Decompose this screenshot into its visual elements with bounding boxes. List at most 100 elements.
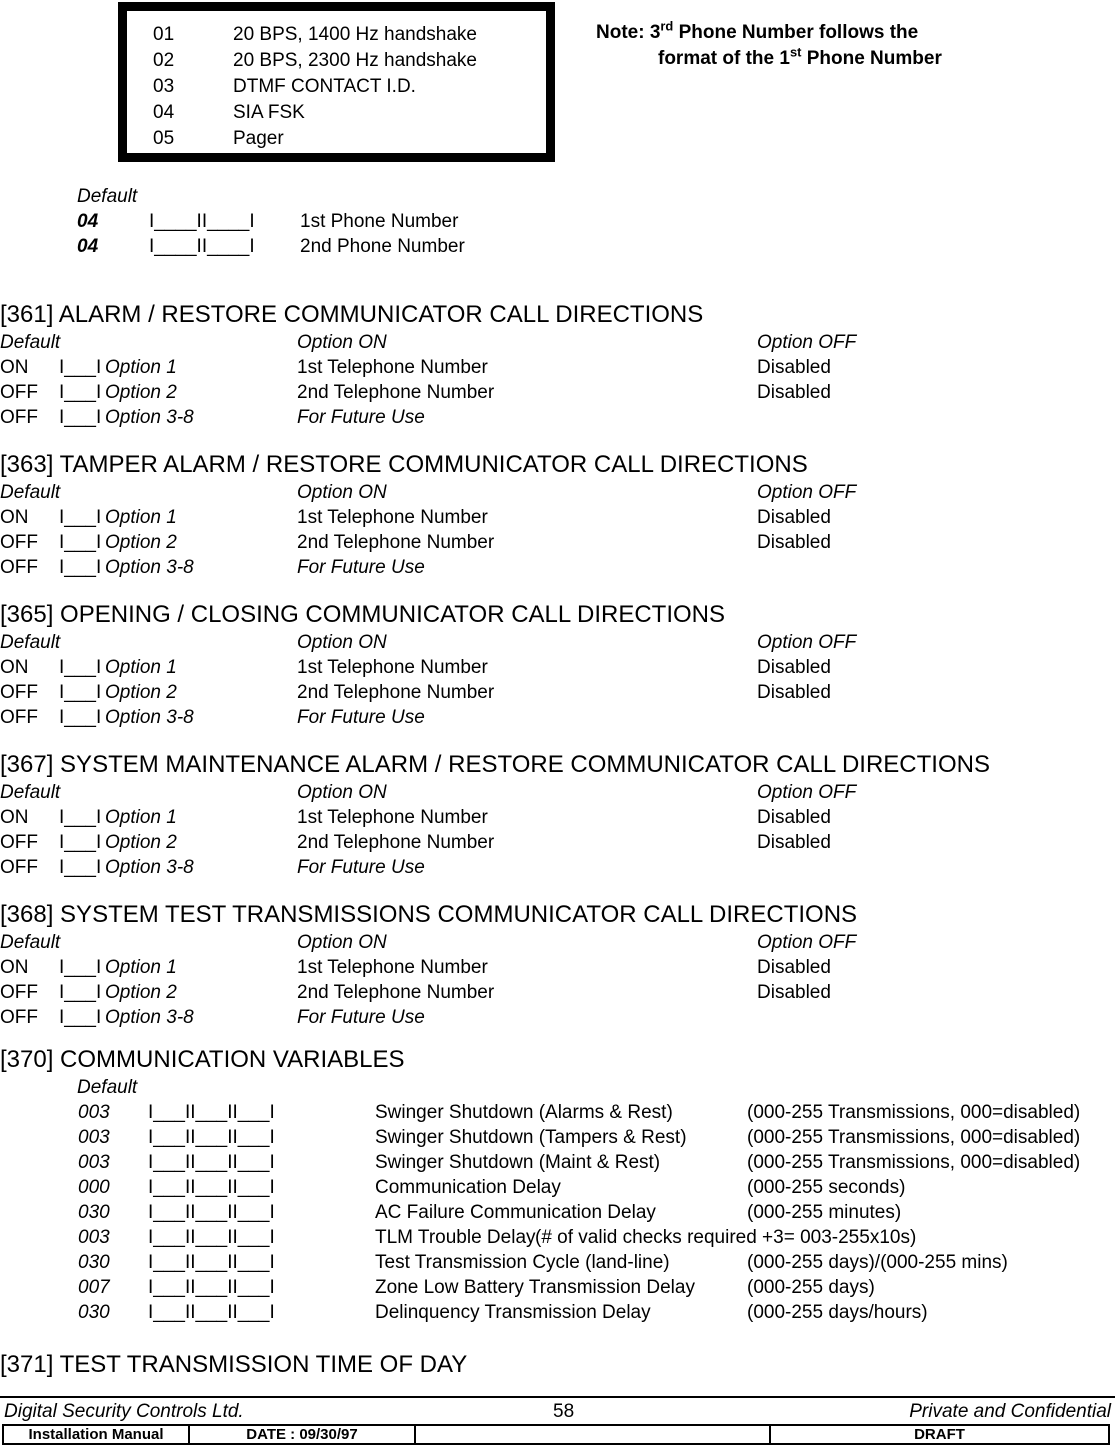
- option-name: Option 1: [105, 807, 177, 828]
- comm-var-default-value: 030: [78, 1252, 110, 1273]
- code-box-row: 02 20 BPS, 2300 Hz handshake: [153, 51, 477, 70]
- option-row: OFF I___I Option 2 2nd Telephone Number Disa…: [0, 830, 1115, 855]
- option-entry-blank[interactable]: I___I: [59, 405, 101, 430]
- header-option-on: Option ON: [297, 332, 387, 353]
- option-section-title: [361] ALARM / RESTORE COMMUNICATOR CALL …: [0, 301, 704, 328]
- phone-number-format-note: Note: 3rd Phone Number follows the forma…: [596, 20, 996, 72]
- phone-entry-blank[interactable]: I____II____I: [149, 209, 255, 234]
- option-entry-blank[interactable]: I___I: [59, 505, 101, 530]
- option-row: OFF I___I Option 3-8 For Future Use: [0, 555, 1115, 580]
- header-option-on: Option ON: [297, 782, 387, 803]
- option-default-value: OFF: [0, 532, 38, 553]
- option-off-description: Disabled: [757, 807, 831, 828]
- comm-var-entry-blank[interactable]: I___II___II___I: [148, 1100, 275, 1125]
- option-entry-blank[interactable]: I___I: [59, 380, 101, 405]
- option-entry-blank[interactable]: I___I: [59, 530, 101, 555]
- comm-var-range: (000-255 days/hours): [747, 1302, 928, 1323]
- option-row: OFF I___I Option 2 2nd Telephone Number Disa…: [0, 530, 1115, 555]
- phone-entry-blank[interactable]: I____II____I: [149, 234, 255, 259]
- comm-var-default-value: 003: [78, 1127, 110, 1148]
- option-entry-blank[interactable]: I___I: [59, 830, 101, 855]
- option-default-value: OFF: [0, 832, 38, 853]
- comm-var-default-value: 000: [78, 1177, 110, 1198]
- option-default-value: OFF: [0, 707, 38, 728]
- option-entry-blank[interactable]: I___I: [59, 355, 101, 380]
- option-name: Option 3-8: [105, 557, 194, 578]
- document-page: 01 20 BPS, 1400 Hz handshake 02 20 BPS, 230…: [0, 0, 1115, 1447]
- comm-var-range: (000-255 Transmissions, 000=disabled): [747, 1102, 1081, 1123]
- comm-var-default-value: 030: [78, 1302, 110, 1323]
- option-entry-blank[interactable]: I___I: [59, 955, 101, 980]
- option-entry-blank[interactable]: I___I: [59, 805, 101, 830]
- comm-var-description: Zone Low Battery Transmission Delay: [375, 1277, 695, 1298]
- option-default-value: ON: [0, 807, 29, 828]
- option-row: ON I___I Option 1 1st Telephone Number Disab…: [0, 505, 1115, 530]
- comm-var-range: (000-255 minutes): [747, 1202, 902, 1223]
- comm-var-range: (000-255 days): [747, 1277, 875, 1298]
- header-option-off: Option OFF: [757, 782, 857, 803]
- comm-var-entry-blank[interactable]: I___II___II___I: [148, 1150, 275, 1175]
- comm-var-row: 030 I___II___II___I AC Failure Communicati…: [0, 1200, 1115, 1225]
- comm-var-entry-blank[interactable]: I___II___II___I: [148, 1175, 275, 1200]
- phone-default-label: Default: [77, 186, 138, 207]
- option-row: OFF I___I Option 2 2nd Telephone Number Disa…: [0, 380, 1115, 405]
- option-on-description: For Future Use: [297, 557, 425, 578]
- option-entry-blank[interactable]: I___I: [59, 680, 101, 705]
- phone-number-default-block: Default 04 I____II____I 1st Phone Number 04…: [77, 185, 697, 259]
- footer-cell-empty: [416, 1426, 771, 1443]
- comm-var-description: Swinger Shutdown (Tampers & Rest): [375, 1127, 687, 1148]
- comm-var-row: 030 I___II___II___I Delinquency Transmissi…: [0, 1300, 1115, 1325]
- comm-var-row: 030 I___II___II___I Test Transmission Cycl…: [0, 1250, 1115, 1275]
- option-on-description: For Future Use: [297, 407, 425, 428]
- option-off-description: Disabled: [757, 657, 831, 678]
- option-entry-blank[interactable]: I___I: [59, 655, 101, 680]
- option-name: Option 3-8: [105, 857, 194, 878]
- option-on-description: 2nd Telephone Number: [297, 532, 495, 553]
- option-on-description: 2nd Telephone Number: [297, 382, 495, 403]
- option-name: Option 3-8: [105, 707, 194, 728]
- option-entry-blank[interactable]: I___I: [59, 555, 101, 580]
- comm-var-row: 000 I___II___II___I Communication Delay (00…: [0, 1175, 1115, 1200]
- option-section: [368] SYSTEM TEST TRANSMISSIONS COMMUNIC…: [0, 900, 1115, 1030]
- option-on-description: For Future Use: [297, 857, 425, 878]
- option-row: ON I___I Option 1 1st Telephone Number Disab…: [0, 955, 1115, 980]
- option-name: Option 2: [105, 382, 177, 403]
- comm-var-entry-blank[interactable]: I___II___II___I: [148, 1225, 275, 1250]
- header-default: Default: [0, 482, 61, 503]
- option-entry-blank[interactable]: I___I: [59, 705, 101, 730]
- option-section-title: [363] TAMPER ALARM / RESTORE COMMUNICATO…: [0, 451, 808, 478]
- comm-var-row: 007 I___II___II___I Zone Low Battery Trans…: [0, 1275, 1115, 1300]
- option-off-description: Disabled: [757, 982, 831, 1003]
- option-name: Option 2: [105, 532, 177, 553]
- option-entry-blank[interactable]: I___I: [59, 1005, 101, 1030]
- option-on-description: 1st Telephone Number: [297, 507, 488, 528]
- footer-table: Installation Manual DATE : 09/30/97 DRAF…: [2, 1424, 1110, 1445]
- phone-number-row: 04 I____II____I 1st Phone Number: [77, 209, 697, 234]
- comm-var-range: (000-255 days)/(000-255 mins): [747, 1252, 1008, 1273]
- option-name: Option 1: [105, 957, 177, 978]
- comm-var-range: (000-255 Transmissions, 000=disabled): [747, 1152, 1081, 1173]
- comm-var-entry-blank[interactable]: I___II___II___I: [148, 1275, 275, 1300]
- comm-var-entry-blank[interactable]: I___II___II___I: [148, 1300, 275, 1325]
- section-371-test-transmission: [371] TEST TRANSMISSION TIME OF DAY: [0, 1350, 1115, 1380]
- code-box-code: 02: [153, 50, 175, 71]
- comm-var-row: 003 I___II___II___I TLM Trouble Delay (# of…: [0, 1225, 1115, 1250]
- option-entry-blank[interactable]: I___I: [59, 980, 101, 1005]
- header-default: Default: [0, 332, 61, 353]
- option-entry-blank[interactable]: I___I: [59, 855, 101, 880]
- option-off-description: Disabled: [757, 957, 831, 978]
- comm-var-entry-blank[interactable]: I___II___II___I: [148, 1125, 275, 1150]
- comm-var-row: 003 I___II___II___I Swinger Shutdown (Main…: [0, 1150, 1115, 1175]
- comm-var-entry-blank[interactable]: I___II___II___I: [148, 1200, 275, 1225]
- option-name: Option 2: [105, 832, 177, 853]
- option-name: Option 3-8: [105, 407, 194, 428]
- option-section-header: Default Option ON Option OFF: [0, 330, 1115, 355]
- option-section-header: Default Option ON Option OFF: [0, 480, 1115, 505]
- header-option-off: Option OFF: [757, 632, 857, 653]
- comm-var-entry-blank[interactable]: I___II___II___I: [148, 1250, 275, 1275]
- option-row: OFF I___I Option 2 2nd Telephone Number Disa…: [0, 680, 1115, 705]
- code-box-label: 20 BPS, 1400 Hz handshake: [233, 24, 478, 45]
- option-on-description: 1st Telephone Number: [297, 657, 488, 678]
- comm-var-default-value: 007: [78, 1277, 110, 1298]
- option-section-header: Default Option ON Option OFF: [0, 780, 1115, 805]
